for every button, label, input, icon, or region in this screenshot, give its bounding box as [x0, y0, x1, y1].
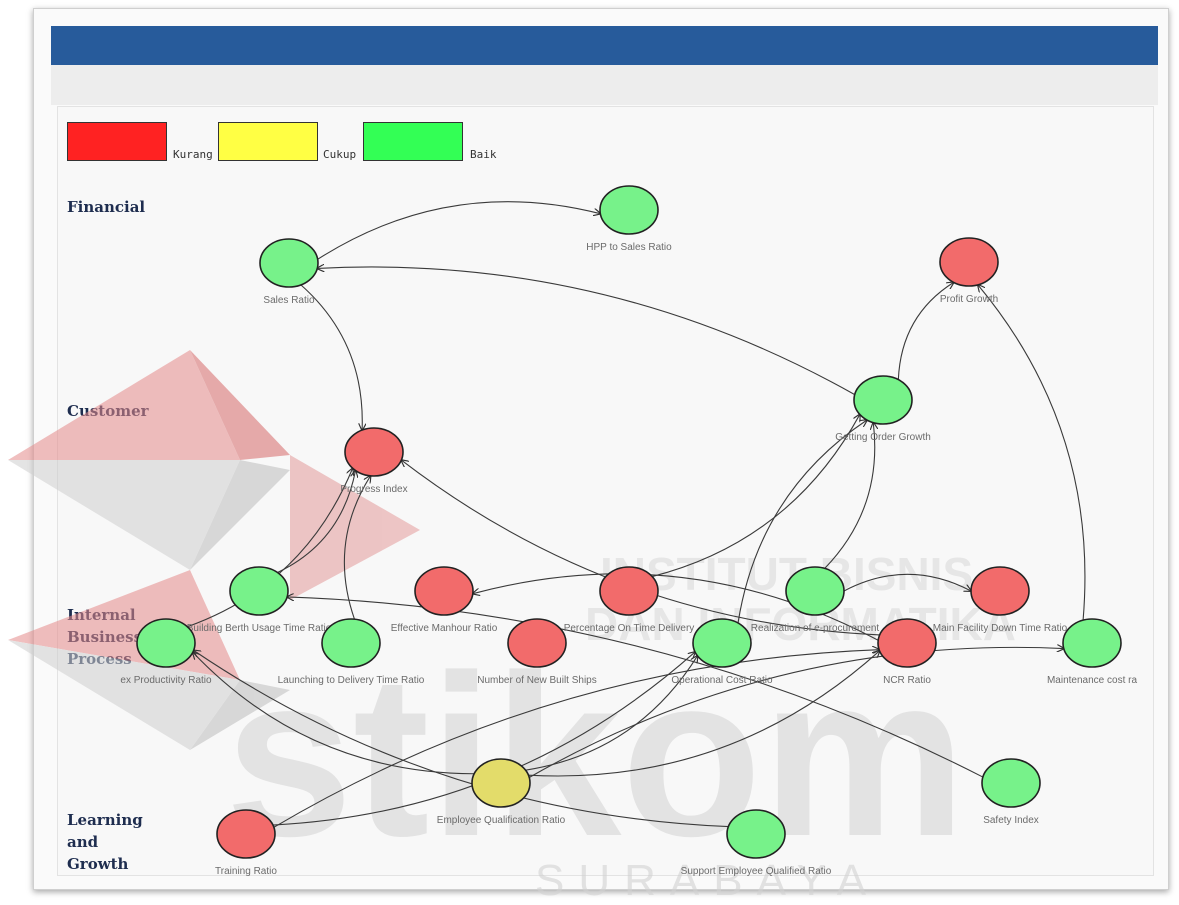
kpi-node-order[interactable]: Getting Order Growth [835, 375, 931, 443]
kpi-node-circle-facility[interactable] [970, 566, 1030, 616]
kpi-node-berth[interactable]: Building Berth Usage Time Ratio [187, 566, 332, 634]
kpi-node-circle-berth[interactable] [229, 566, 289, 616]
kpi-node-circle-delivery[interactable] [599, 566, 659, 616]
link-sales-to-progress [300, 284, 362, 430]
kpi-node-progress[interactable]: Progress Index [340, 427, 408, 495]
kpi-node-label-ncr: NCR Ratio [883, 675, 931, 686]
kpi-node-circle-progress[interactable] [344, 427, 404, 477]
kpi-node-facility[interactable]: Main Facility Down Time Ratio [933, 566, 1068, 634]
kpi-node-circle-training[interactable] [216, 809, 276, 859]
kpi-node-manhour[interactable]: Effective Manhour Ratio [391, 566, 498, 634]
kpi-node-safety[interactable]: Safety Index [981, 758, 1041, 826]
link-eqr-to-index [193, 652, 475, 775]
kpi-node-training[interactable]: Training Ratio [215, 809, 277, 877]
kpi-node-circle-eqr[interactable] [471, 758, 531, 808]
kpi-node-circle-ships[interactable] [507, 618, 567, 668]
kpi-node-circle-eproc[interactable] [785, 566, 845, 616]
link-eqr-to-opcost [525, 656, 697, 771]
link-eqr-to-ncr [528, 651, 879, 777]
kpi-node-label-support: Support Employee Qualified Ratio [681, 866, 832, 877]
kpi-node-label-opcost: Operational Cost Ratio [671, 675, 773, 686]
kpi-node-label-index: ex Productivity Ratio [120, 675, 212, 686]
kpi-node-circle-safety[interactable] [981, 758, 1041, 808]
kpi-node-label-ships: Number of New Built Ships [477, 675, 597, 686]
kpi-node-label-manhour: Effective Manhour Ratio [391, 623, 498, 634]
kpi-node-label-order: Getting Order Growth [835, 432, 931, 443]
kpi-node-circle-opcost[interactable] [692, 618, 752, 668]
link-sales-to-hpp [317, 201, 601, 260]
kpi-node-circle-order[interactable] [853, 375, 913, 425]
kpi-node-label-sales: Sales Ratio [263, 295, 315, 306]
kpi-node-label-facility: Main Facility Down Time Ratio [933, 623, 1068, 634]
kpi-node-label-launch: Launching to Delivery Time Ratio [278, 675, 425, 686]
kpi-node-circle-hpp[interactable] [599, 185, 659, 235]
kpi-node-circle-manhour[interactable] [414, 566, 474, 616]
kpi-node-label-hpp: HPP to Sales Ratio [586, 242, 672, 253]
link-support-to-index [194, 650, 729, 828]
kpi-node-label-safety: Safety Index [983, 815, 1039, 826]
kpi-node-support[interactable]: Support Employee Qualified Ratio [681, 809, 832, 877]
strategy-map-diagram: HPP to Sales Ratio Sales Ratio Profit Grow… [120, 185, 1137, 877]
link-eproc-to-facility [843, 573, 971, 591]
kpi-node-label-progress: Progress Index [340, 484, 407, 495]
link-delivery-to-order [652, 414, 860, 578]
kpi-node-circle-maint[interactable] [1062, 618, 1122, 668]
kpi-node-circle-support[interactable] [726, 809, 786, 859]
link-order-to-sales [317, 267, 856, 396]
kpi-node-sales[interactable]: Sales Ratio [259, 238, 319, 306]
kpi-node-label-berth: Building Berth Usage Time Ratio [187, 623, 332, 634]
kpi-node-eproc[interactable]: Realization of e-procurement [751, 566, 880, 634]
kpi-node-eqr[interactable]: Employee Qualification Ratio [437, 758, 566, 826]
kpi-nodes: HPP to Sales Ratio Sales Ratio Profit Grow… [120, 185, 1137, 877]
kpi-node-circle-index[interactable] [136, 618, 196, 668]
kpi-node-label-profit: Profit Growth [940, 294, 998, 305]
kpi-node-circle-launch[interactable] [321, 618, 381, 668]
kpi-node-label-eproc: Realization of e-procurement [751, 623, 880, 634]
kpi-node-ncr[interactable]: NCR Ratio [877, 618, 937, 686]
kpi-node-label-training: Training Ratio [215, 866, 277, 877]
kpi-node-label-delivery: Percentage On Time Delivery [564, 623, 695, 634]
kpi-node-hpp[interactable]: HPP to Sales Ratio [586, 185, 672, 253]
kpi-node-label-maint: Maintenance cost ra [1047, 675, 1137, 686]
kpi-node-circle-profit[interactable] [939, 237, 999, 287]
kpi-node-circle-ncr[interactable] [877, 618, 937, 668]
kpi-node-label-eqr: Employee Qualification Ratio [437, 815, 566, 826]
link-eproc-to-order [824, 423, 875, 569]
kpi-node-profit[interactable]: Profit Growth [939, 237, 999, 305]
kpi-node-circle-sales[interactable] [259, 238, 319, 288]
